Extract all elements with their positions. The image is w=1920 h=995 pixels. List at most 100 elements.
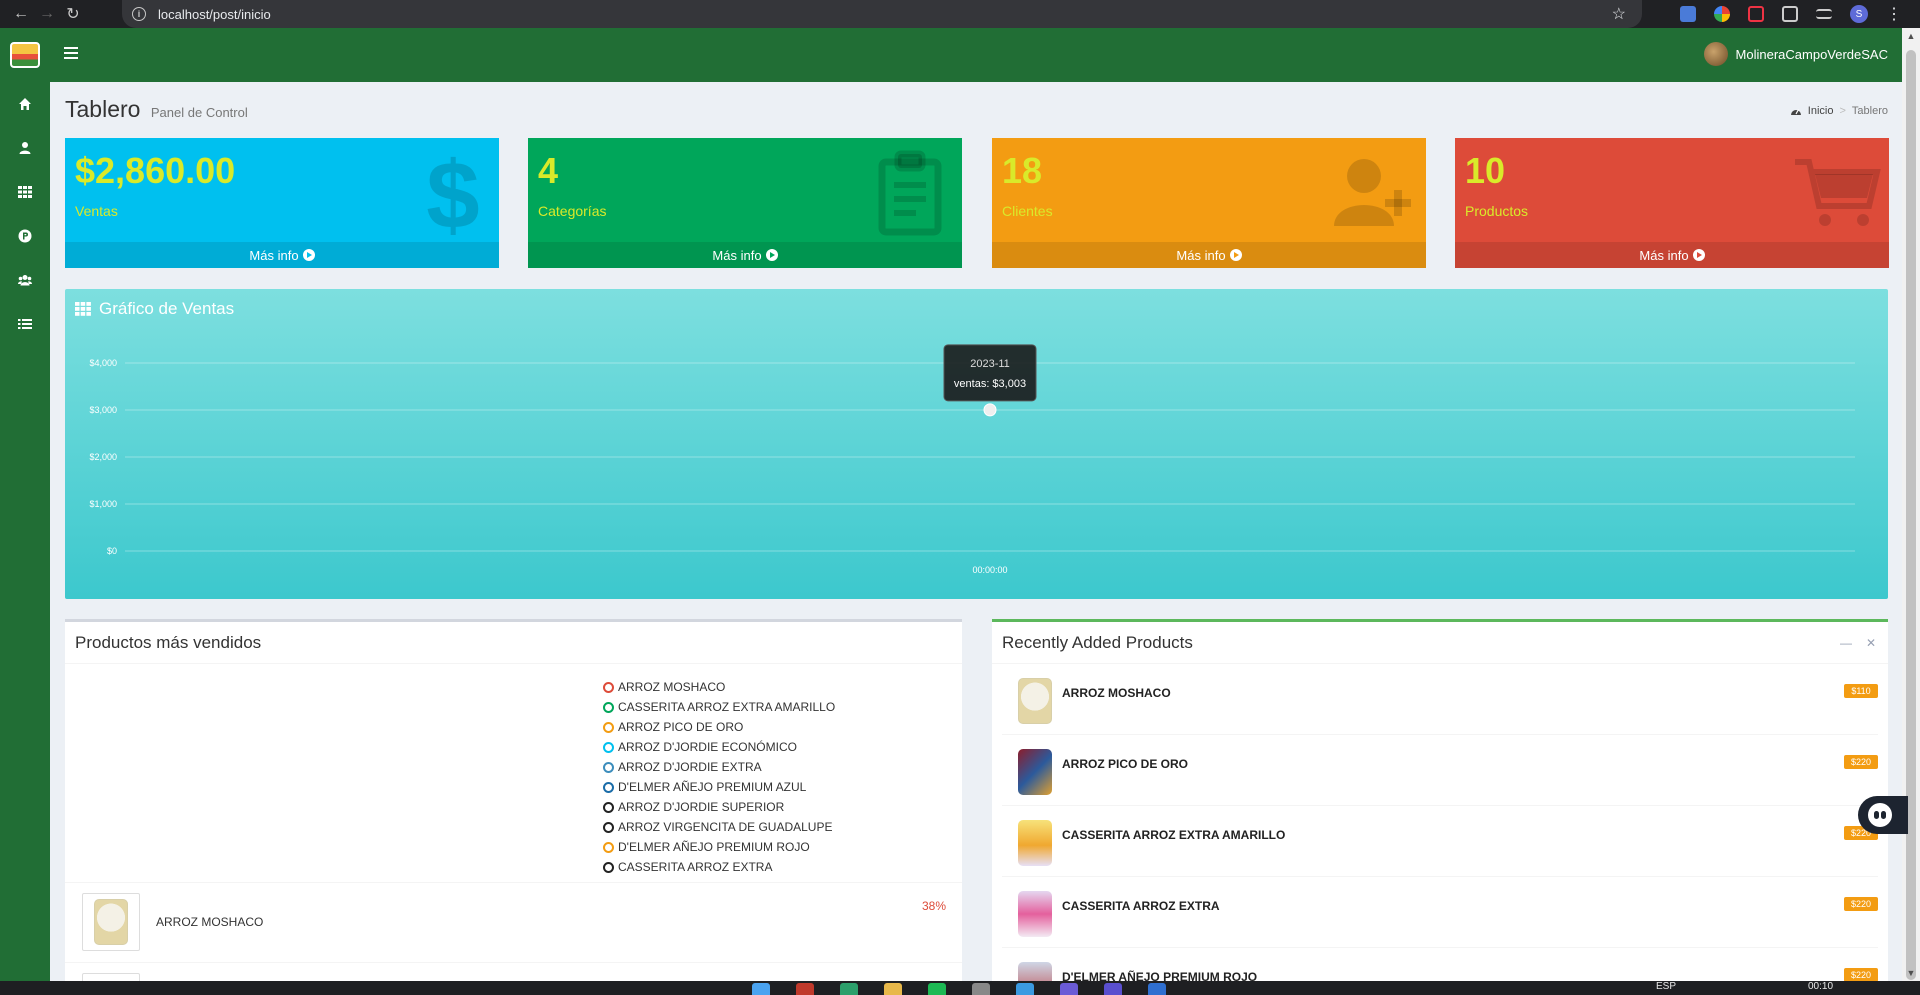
sidebar-toggle-icon[interactable] — [64, 47, 78, 59]
list-item[interactable]: ARROZ MOSHACO $110 — [1002, 664, 1878, 735]
p-circle-icon — [18, 229, 32, 243]
data-point[interactable] — [983, 403, 997, 417]
forward-icon[interactable]: → — [34, 5, 60, 23]
taskbar-app-icon[interactable] — [796, 983, 814, 995]
sidebar-item-list[interactable] — [0, 302, 50, 346]
more-info-label: Más info — [1176, 247, 1226, 263]
system-clock[interactable]: 00:10 — [1808, 981, 1833, 992]
y-tick-label: $4,000 — [89, 358, 117, 368]
list-item[interactable]: CASSERITA ARROZ EXTRA AMARILLO $220 — [1002, 806, 1878, 877]
sidebar-item-p[interactable] — [0, 214, 50, 258]
product-name[interactable]: CASSERITA ARROZ EXTRA AMARILLO — [1062, 828, 1285, 842]
dollar-icon: $ — [426, 148, 479, 238]
product-name[interactable]: CASSERITA ARROZ EXTRA — [1062, 899, 1220, 913]
file-explorer-icon[interactable] — [884, 983, 902, 995]
sidebar — [0, 82, 50, 981]
legend-item[interactable]: ARROZ VIRGENCITA DE GUADALUPE — [603, 817, 835, 837]
chrome-extension-icon[interactable] — [1714, 6, 1730, 22]
page-scrollbar[interactable]: ▲ ▼ — [1902, 28, 1920, 981]
user-menu[interactable]: MolineraCampoVerdeSAC — [1703, 42, 1888, 66]
stat-label: Categorías — [538, 203, 607, 219]
sales-line-chart[interactable]: $0 $1,000 $2,000 $3,000 $4,000 00:00:00 2023-1… — [65, 289, 1888, 599]
product-thumbnail — [1010, 818, 1060, 868]
legend-item[interactable]: D'ELMER AÑEJO PREMIUM AZUL — [603, 777, 835, 797]
product-thumbnail — [1010, 747, 1060, 797]
legend-item[interactable]: ARROZ PICO DE ORO — [603, 717, 835, 737]
collapse-icon[interactable]: — — [1840, 636, 1852, 650]
more-info-label: Más info — [249, 247, 299, 263]
price-badge: $220 — [1844, 755, 1878, 769]
scroll-down-icon[interactable]: ▼ — [1902, 965, 1920, 981]
arrow-circle-right-icon — [1229, 249, 1242, 261]
translate-extension-icon[interactable] — [1680, 6, 1696, 22]
legend-item[interactable]: ARROZ D'JORDIE ECONÓMICO — [603, 737, 835, 757]
back-icon[interactable]: ← — [8, 5, 34, 23]
sidebar-item-home[interactable] — [0, 82, 50, 126]
stat-box-productos: 10 Productos Más info — [1455, 138, 1889, 268]
legend-dot — [603, 741, 614, 753]
bookmark-star-icon[interactable]: ☆ — [1612, 4, 1626, 24]
rice-bag-image — [1018, 820, 1052, 866]
input-language[interactable]: ESP — [1656, 981, 1676, 992]
legend-item[interactable]: D'ELMER AÑEJO PREMIUM ROJO — [603, 837, 835, 857]
spotify-icon[interactable] — [928, 983, 946, 995]
taskbar-app-icon[interactable] — [840, 983, 858, 995]
sidebar-item-grid[interactable] — [0, 170, 50, 214]
close-icon[interactable]: ✕ — [1866, 636, 1876, 650]
chat-assistant-button[interactable] — [1858, 796, 1908, 834]
product-name[interactable]: ARROZ PICO DE ORO — [1062, 757, 1188, 771]
stat-more-info-link[interactable]: Más info — [528, 242, 962, 268]
home-icon — [19, 98, 31, 110]
stat-more-info-link[interactable]: Más info — [1455, 242, 1889, 268]
legend-label: CASSERITA ARROZ EXTRA — [618, 860, 773, 874]
stat-label: Ventas — [75, 203, 118, 219]
legend-label: CASSERITA ARROZ EXTRA AMARILLO — [618, 700, 836, 714]
start-icon[interactable] — [752, 983, 770, 995]
reading-list-icon[interactable] — [1816, 9, 1832, 19]
arrow-circle-right-icon — [1692, 249, 1705, 261]
legend-label: ARROZ VIRGENCITA DE GUADALUPE — [618, 820, 833, 834]
table-row[interactable]: ARROZ MOSHACO 38% — [65, 882, 962, 962]
app-logo[interactable] — [0, 28, 50, 82]
taskbar-app-icon[interactable] — [1104, 983, 1122, 995]
scroll-up-icon[interactable]: ▲ — [1902, 28, 1920, 44]
rice-bag-image — [1018, 891, 1052, 937]
y-tick-label: $2,000 — [89, 452, 117, 462]
stat-more-info-link[interactable]: Más info — [992, 242, 1426, 268]
breadcrumb: Inicio > Tablero — [1790, 105, 1888, 117]
browser-menu-icon[interactable]: ⋮ — [1886, 4, 1902, 24]
content-header: Tablero Panel de Control — [65, 96, 248, 123]
cast-extension-icon[interactable] — [1748, 6, 1764, 22]
list-item[interactable]: CASSERITA ARROZ EXTRA $220 — [1002, 877, 1878, 948]
puzzle-extensions-icon[interactable] — [1782, 6, 1798, 22]
product-name[interactable]: ARROZ MOSHACO — [1062, 686, 1171, 700]
address-bar[interactable]: i localhost/post/inicio ☆ — [122, 0, 1642, 28]
browser-toolbar: ← → ↻ i localhost/post/inicio ☆ S ⋮ — [0, 0, 1920, 28]
logo-image — [10, 42, 40, 68]
stat-more-info-link[interactable]: Más info — [65, 242, 499, 268]
legend-item[interactable]: ARROZ D'JORDIE EXTRA — [603, 757, 835, 777]
reload-icon[interactable]: ↻ — [60, 4, 86, 24]
list-item[interactable]: ARROZ PICO DE ORO $220 — [1002, 735, 1878, 806]
taskbar-app-icon[interactable] — [972, 983, 990, 995]
profile-avatar[interactable]: S — [1850, 5, 1868, 23]
legend-item[interactable]: CASSERITA ARROZ EXTRA — [603, 857, 835, 877]
sidebar-item-users[interactable] — [0, 258, 50, 302]
scroll-thumb[interactable] — [1906, 50, 1916, 980]
stat-value: 18 — [1002, 150, 1043, 191]
price-badge: $220 — [1844, 968, 1878, 982]
taskbar-app-icon[interactable] — [1148, 983, 1166, 995]
cart-icon — [1795, 159, 1881, 226]
sidebar-item-user[interactable] — [0, 126, 50, 170]
page-title: Tablero — [65, 96, 141, 122]
taskbar-app-icon[interactable] — [1060, 983, 1078, 995]
legend-dot — [603, 701, 614, 713]
taskbar-app-icon[interactable] — [1016, 983, 1034, 995]
list-icon — [18, 319, 32, 329]
site-info-icon[interactable]: i — [132, 7, 146, 21]
breadcrumb-home-link[interactable]: Inicio — [1808, 105, 1834, 117]
legend-item[interactable]: ARROZ MOSHACO — [603, 677, 835, 697]
legend-item[interactable]: ARROZ D'JORDIE SUPERIOR — [603, 797, 835, 817]
more-info-label: Más info — [1639, 247, 1689, 263]
legend-item[interactable]: CASSERITA ARROZ EXTRA AMARILLO — [603, 697, 835, 717]
